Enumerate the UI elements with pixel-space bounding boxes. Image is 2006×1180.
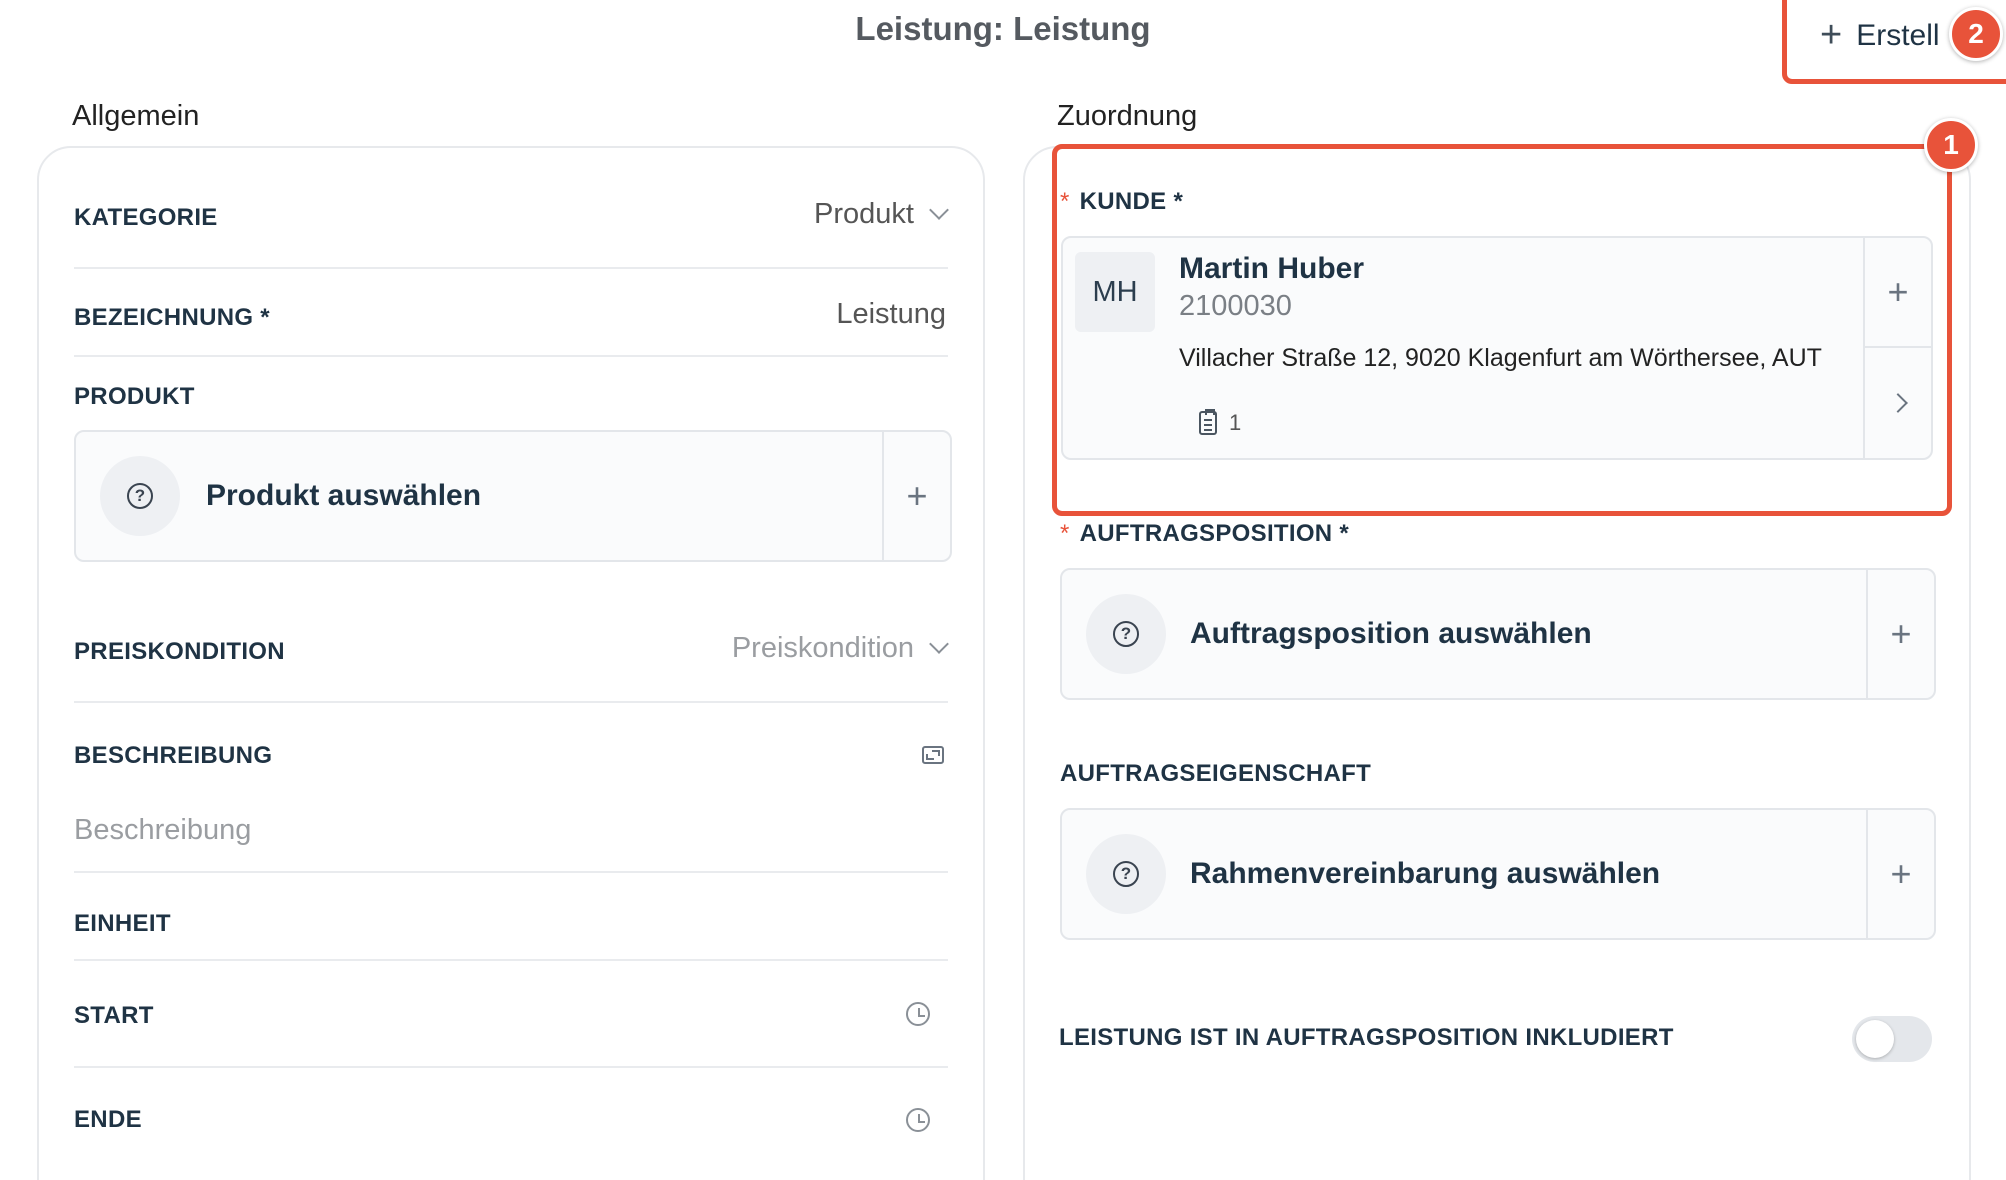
start-label: START <box>74 1002 154 1029</box>
create-button-label: Erstell <box>1856 18 1940 52</box>
customer-actions: + <box>1863 238 1931 458</box>
add-customer-button[interactable]: + <box>1865 238 1931 348</box>
document-count: 1 <box>1229 410 1242 435</box>
rahmenvereinbarung-select-label: Rahmenvereinbarung auswählen <box>1190 857 1661 890</box>
add-rahmenvereinbarung-button[interactable]: + <box>1866 810 1934 938</box>
customer-documents: 1 <box>1199 409 1242 436</box>
einheit-label: EINHEIT <box>74 910 171 937</box>
open-customer-button[interactable] <box>1865 348 1931 458</box>
chevron-right-icon <box>1888 393 1908 413</box>
plus-icon: + <box>1890 613 1912 654</box>
customer-name: Martin Huber <box>1179 252 1365 285</box>
add-auftragsposition-button[interactable]: + <box>1866 570 1934 698</box>
divider <box>74 355 948 357</box>
expand-editor-icon[interactable] <box>922 746 944 764</box>
plus-icon: + <box>1820 14 1843 56</box>
kunde-label: * KUNDE * <box>1060 188 1184 215</box>
clock-icon[interactable] <box>906 1002 930 1026</box>
plus-icon: + <box>906 475 928 516</box>
preiskondition-label: PREISKONDITION <box>74 638 285 665</box>
question-icon: ? <box>1086 594 1166 674</box>
preiskondition-select[interactable]: Preiskondition <box>731 632 949 665</box>
add-produkt-button[interactable]: + <box>882 432 950 560</box>
page-title: Leistung: Leistung <box>855 10 1151 47</box>
bezeichnung-input[interactable]: Leistung <box>836 298 946 331</box>
produkt-select-card[interactable]: ? Produkt auswählen + <box>74 430 952 562</box>
plus-icon: + <box>1890 853 1912 894</box>
auftragsposition-select-card[interactable]: ? Auftragsposition auswählen + <box>1060 568 1936 700</box>
beschreibung-label: BESCHREIBUNG <box>74 742 273 769</box>
auftragseigenschaft-select-card[interactable]: ? Rahmenvereinbarung auswählen + <box>1060 808 1936 940</box>
auftragsposition-label: * AUFTRAGSPOSITION * <box>1060 520 1350 547</box>
produkt-select-label: Produkt auswählen <box>206 479 482 512</box>
customer-address: Villacher Straße 12, 9020 Klagenfurt am … <box>1179 344 1822 372</box>
ende-label: ENDE <box>74 1106 142 1133</box>
auftragseigenschaft-label: AUFTRAGSEIGENSCHAFT <box>1060 760 1372 787</box>
clock-icon[interactable] <box>906 1108 930 1132</box>
bezeichnung-label: BEZEICHNUNG * <box>74 304 270 331</box>
divider <box>74 871 948 873</box>
question-icon: ? <box>1086 834 1166 914</box>
kategorie-select[interactable]: Produkt <box>814 198 949 231</box>
divider <box>74 267 948 269</box>
divider <box>74 959 948 961</box>
plus-icon: + <box>1887 271 1909 312</box>
chevron-down-icon <box>929 199 949 220</box>
customer-card[interactable]: MH Martin Huber 2100030 Villacher Straße… <box>1061 236 1933 460</box>
chevron-down-icon <box>929 633 949 654</box>
avatar: MH <box>1075 252 1155 332</box>
divider <box>74 701 948 703</box>
kategorie-label: KATEGORIE <box>74 204 218 231</box>
preiskondition-placeholder: Preiskondition <box>731 632 914 664</box>
produkt-label: PRODUKT <box>74 383 195 410</box>
divider <box>74 1066 948 1068</box>
customer-number: 2100030 <box>1179 290 1292 322</box>
kategorie-value: Produkt <box>814 198 914 230</box>
inkludiert-label: LEISTUNG IST IN AUFTRAGSPOSITION INKLUDI… <box>1059 1024 1674 1051</box>
question-icon: ? <box>100 456 180 536</box>
auftragsposition-select-label: Auftragsposition auswählen <box>1190 617 1592 650</box>
clipboard-icon <box>1199 409 1217 435</box>
step-badge-1: 1 <box>1924 118 1978 172</box>
section-heading-allgemein: Allgemein <box>72 100 200 132</box>
inkludiert-toggle[interactable] <box>1852 1016 1932 1062</box>
beschreibung-input[interactable]: Beschreibung <box>74 814 251 847</box>
create-button[interactable]: + Erstell <box>1820 14 1940 57</box>
section-heading-zuordnung: Zuordnung <box>1057 100 1198 132</box>
step-badge-2: 2 <box>1949 7 2003 61</box>
